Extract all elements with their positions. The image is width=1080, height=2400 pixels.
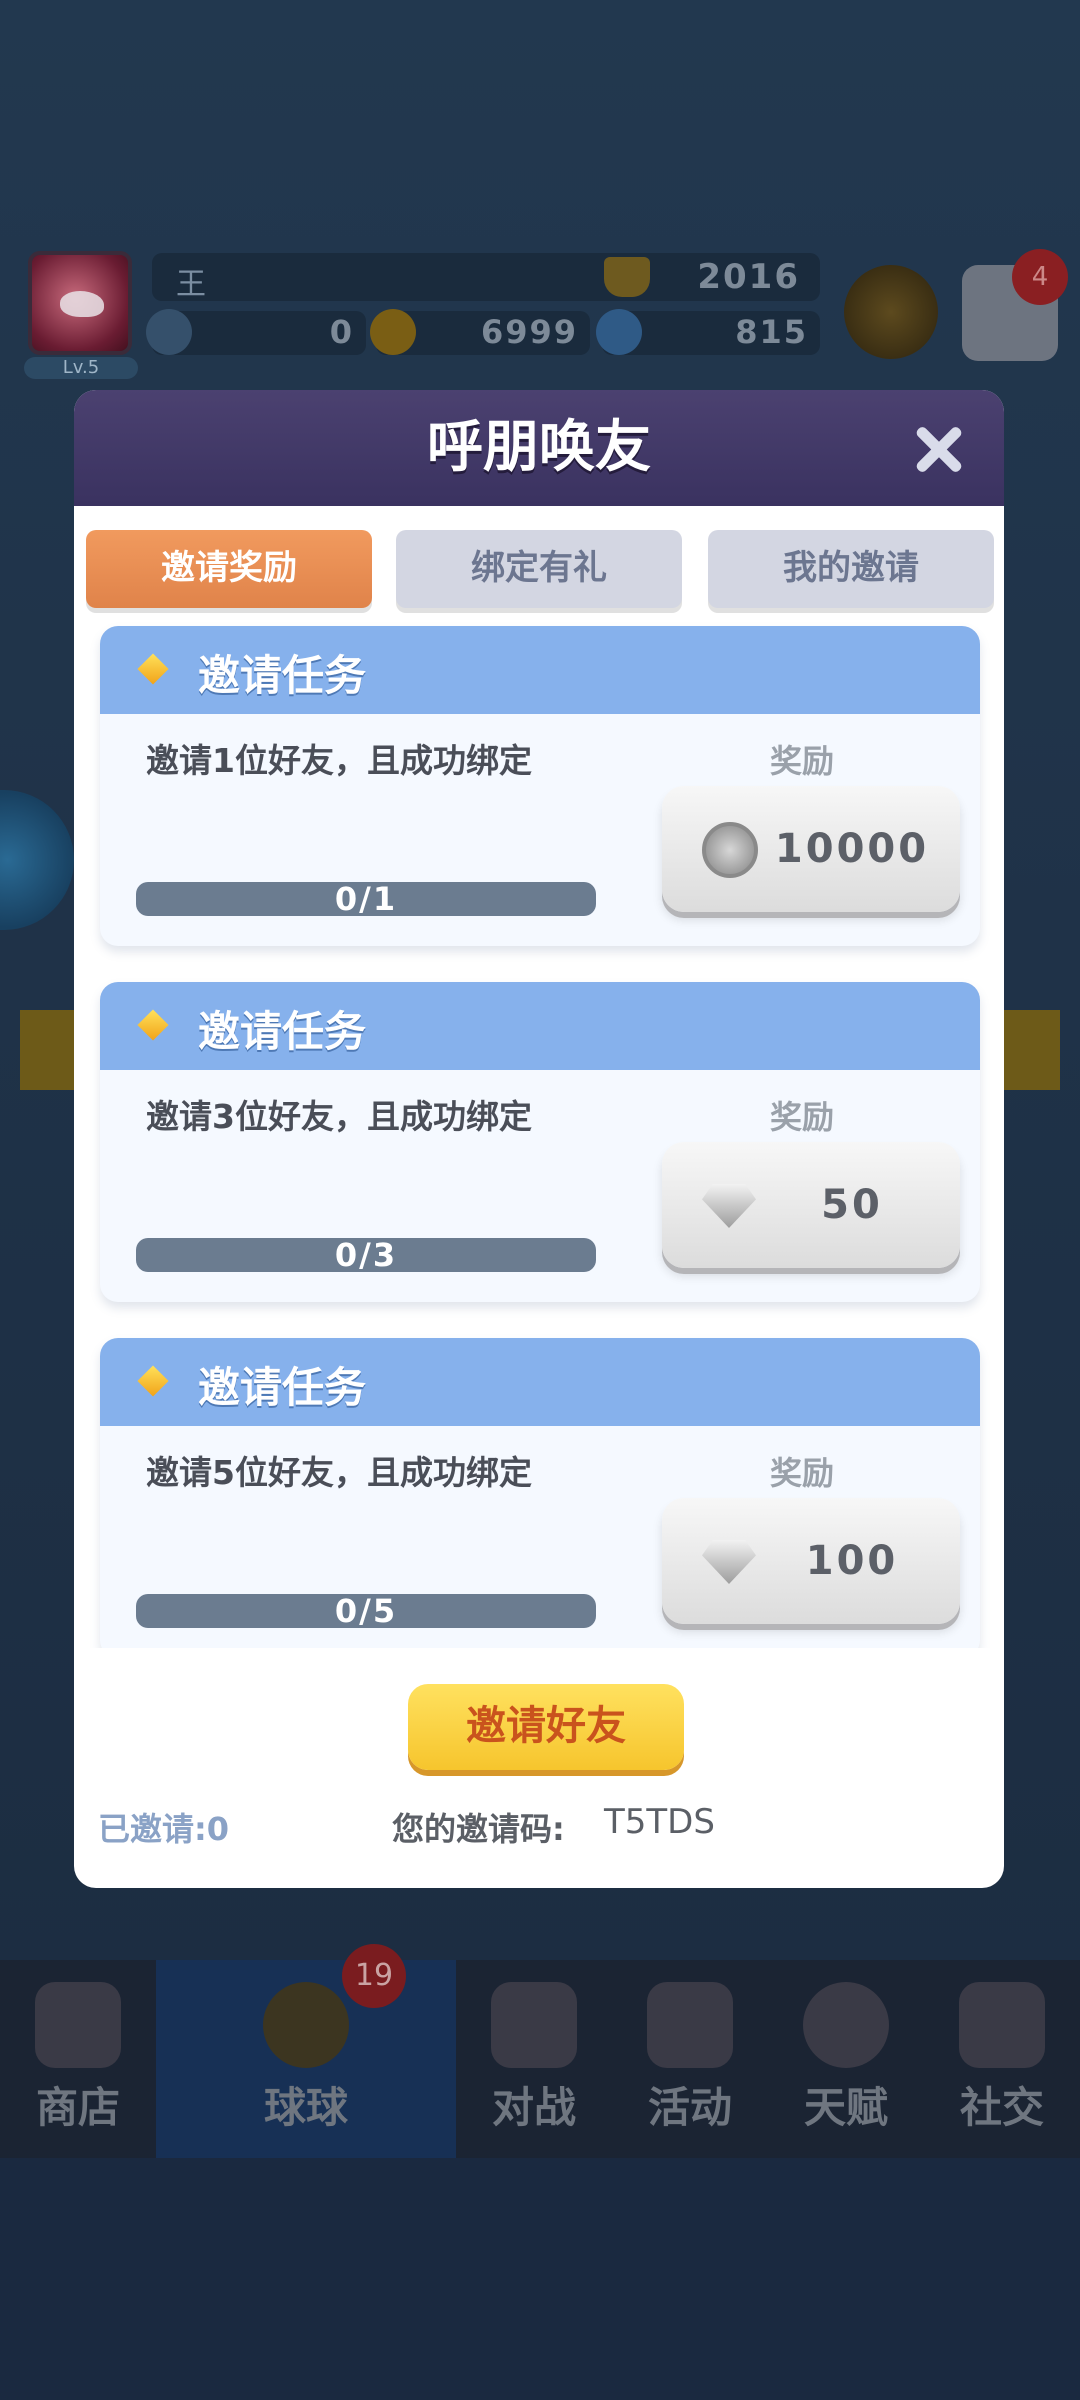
tab-binding-gifts[interactable]: 绑定有礼 xyxy=(396,530,682,608)
diamond-resource[interactable]: 815 xyxy=(596,309,820,355)
nav-balls[interactable]: 球球 xyxy=(156,1960,456,2158)
bottom-nav: 商店 球球 对战 活动 天赋 社交 xyxy=(0,1960,1080,2158)
invite-friends-button[interactable]: 邀请好友 xyxy=(408,1684,684,1770)
tab-invite-rewards[interactable]: 邀请奖励 xyxy=(86,530,372,608)
claim-reward-button[interactable]: 100 xyxy=(662,1498,960,1624)
progress-text: 0/3 xyxy=(334,1236,398,1274)
task-title: 邀请任务 xyxy=(198,651,367,700)
trophy-score: 2016 xyxy=(697,257,800,297)
nav-label: 球球 xyxy=(263,2083,348,2132)
task-list[interactable]: 邀请任务 邀请1位好友，且成功绑定 奖励 10000 0/1 邀请任务 邀请3位… xyxy=(74,622,1004,1648)
nav-label: 社交 xyxy=(959,2083,1044,2132)
diamond-bullet-icon xyxy=(137,1365,169,1397)
task-description: 邀请5位好友，且成功绑定 xyxy=(146,1453,532,1492)
bird-icon xyxy=(60,291,104,317)
diamond-value: 815 xyxy=(735,313,808,351)
nav-label: 活动 xyxy=(647,2083,732,2132)
invite-friends-dialog: 呼朋唤友 邀请奖励 绑定有礼 我的邀请 邀请任务 邀请1位好友，且成功绑定 奖励… xyxy=(74,390,1004,1888)
invited-count: 已邀请:0 xyxy=(98,1810,230,1848)
reward-value: 50 xyxy=(821,1182,883,1228)
ball-icon xyxy=(263,1982,349,2068)
nav-battle[interactable]: 对战 xyxy=(456,1960,612,2158)
close-icon[interactable] xyxy=(914,424,964,474)
energy-resource[interactable]: 0 xyxy=(146,309,366,355)
claim-reward-button[interactable]: 50 xyxy=(662,1142,960,1268)
progress-text: 0/5 xyxy=(334,1592,398,1630)
reward-value: 10000 xyxy=(774,826,930,872)
reward-label: 奖励 xyxy=(770,742,835,780)
ribbon-right xyxy=(1000,1010,1060,1090)
top-hud: Lv.5 王 2016 0 6999 815 4 xyxy=(0,245,1080,379)
invite-code-label: 您的邀请码: xyxy=(392,1810,565,1848)
claim-reward-button[interactable]: 10000 xyxy=(662,786,960,912)
energy-value: 0 xyxy=(329,313,354,351)
nav-label: 天赋 xyxy=(803,2083,888,2132)
rank-emblem-icon[interactable] xyxy=(844,265,938,359)
silver-coin-icon xyxy=(702,822,758,878)
invite-code-value[interactable]: T5TDS xyxy=(604,1802,715,1842)
dialog-header: 呼朋唤友 xyxy=(74,390,1004,506)
task-header: 邀请任务 xyxy=(100,982,980,1070)
task-card: 邀请任务 邀请5位好友，且成功绑定 奖励 100 0/5 xyxy=(100,1338,980,1648)
system-area xyxy=(0,2158,1080,2400)
shop-icon xyxy=(35,1982,121,2068)
ribbon-left xyxy=(20,1010,80,1090)
crossed-swords-icon xyxy=(491,1982,577,2068)
mail-badge: 4 xyxy=(1012,249,1068,305)
nav-label: 对战 xyxy=(491,2083,576,2132)
nav-label: 商店 xyxy=(35,2083,120,2132)
nav-shop[interactable]: 商店 xyxy=(0,1960,156,2158)
tab-bar: 邀请奖励 绑定有礼 我的邀请 xyxy=(74,506,1004,616)
tab-my-invites[interactable]: 我的邀请 xyxy=(708,530,994,608)
silver-diamond-icon xyxy=(702,1184,756,1228)
reward-label: 奖励 xyxy=(770,1454,835,1492)
gold-coin-icon xyxy=(370,309,416,355)
task-header: 邀请任务 xyxy=(100,626,980,714)
player-level: Lv.5 xyxy=(24,357,138,379)
task-card: 邀请任务 邀请3位好友，且成功绑定 奖励 50 0/3 xyxy=(100,982,980,1302)
task-progress-bar: 0/5 xyxy=(136,1594,596,1628)
player-info-bar: 王 2016 xyxy=(152,253,820,302)
diamond-bullet-icon xyxy=(137,1009,169,1041)
player-name: 王 xyxy=(176,267,206,302)
task-description: 邀请3位好友，且成功绑定 xyxy=(146,1097,532,1136)
reward-value: 100 xyxy=(805,1538,899,1584)
party-popper-icon xyxy=(647,1982,733,2068)
planet-icon xyxy=(803,1982,889,2068)
task-progress-bar: 0/1 xyxy=(136,882,596,916)
player-avatar[interactable] xyxy=(28,251,132,355)
nav-events[interactable]: 活动 xyxy=(612,1960,768,2158)
diamond-bullet-icon xyxy=(137,653,169,685)
task-description: 邀请1位好友，且成功绑定 xyxy=(146,741,532,780)
nav-talent[interactable]: 天赋 xyxy=(768,1960,924,2158)
nav-balls-badge: 19 xyxy=(342,1944,406,2008)
task-title: 邀请任务 xyxy=(198,1007,367,1056)
trophy-icon xyxy=(604,257,650,297)
dialog-title: 呼朋唤友 xyxy=(427,415,651,480)
progress-text: 0/1 xyxy=(334,880,398,918)
gold-value: 6999 xyxy=(480,313,578,351)
silver-diamond-icon xyxy=(702,1540,756,1584)
diamond-icon xyxy=(596,309,642,355)
task-progress-bar: 0/3 xyxy=(136,1238,596,1272)
task-card: 邀请任务 邀请1位好友，且成功绑定 奖励 10000 0/1 xyxy=(100,626,980,946)
reward-label: 奖励 xyxy=(770,1098,835,1136)
task-title: 邀请任务 xyxy=(198,1363,367,1412)
energy-icon xyxy=(146,309,192,355)
nav-social[interactable]: 社交 xyxy=(924,1960,1080,2158)
gold-resource[interactable]: 6999 xyxy=(370,309,590,355)
task-header: 邀请任务 xyxy=(100,1338,980,1426)
heart-chat-icon xyxy=(959,1982,1045,2068)
